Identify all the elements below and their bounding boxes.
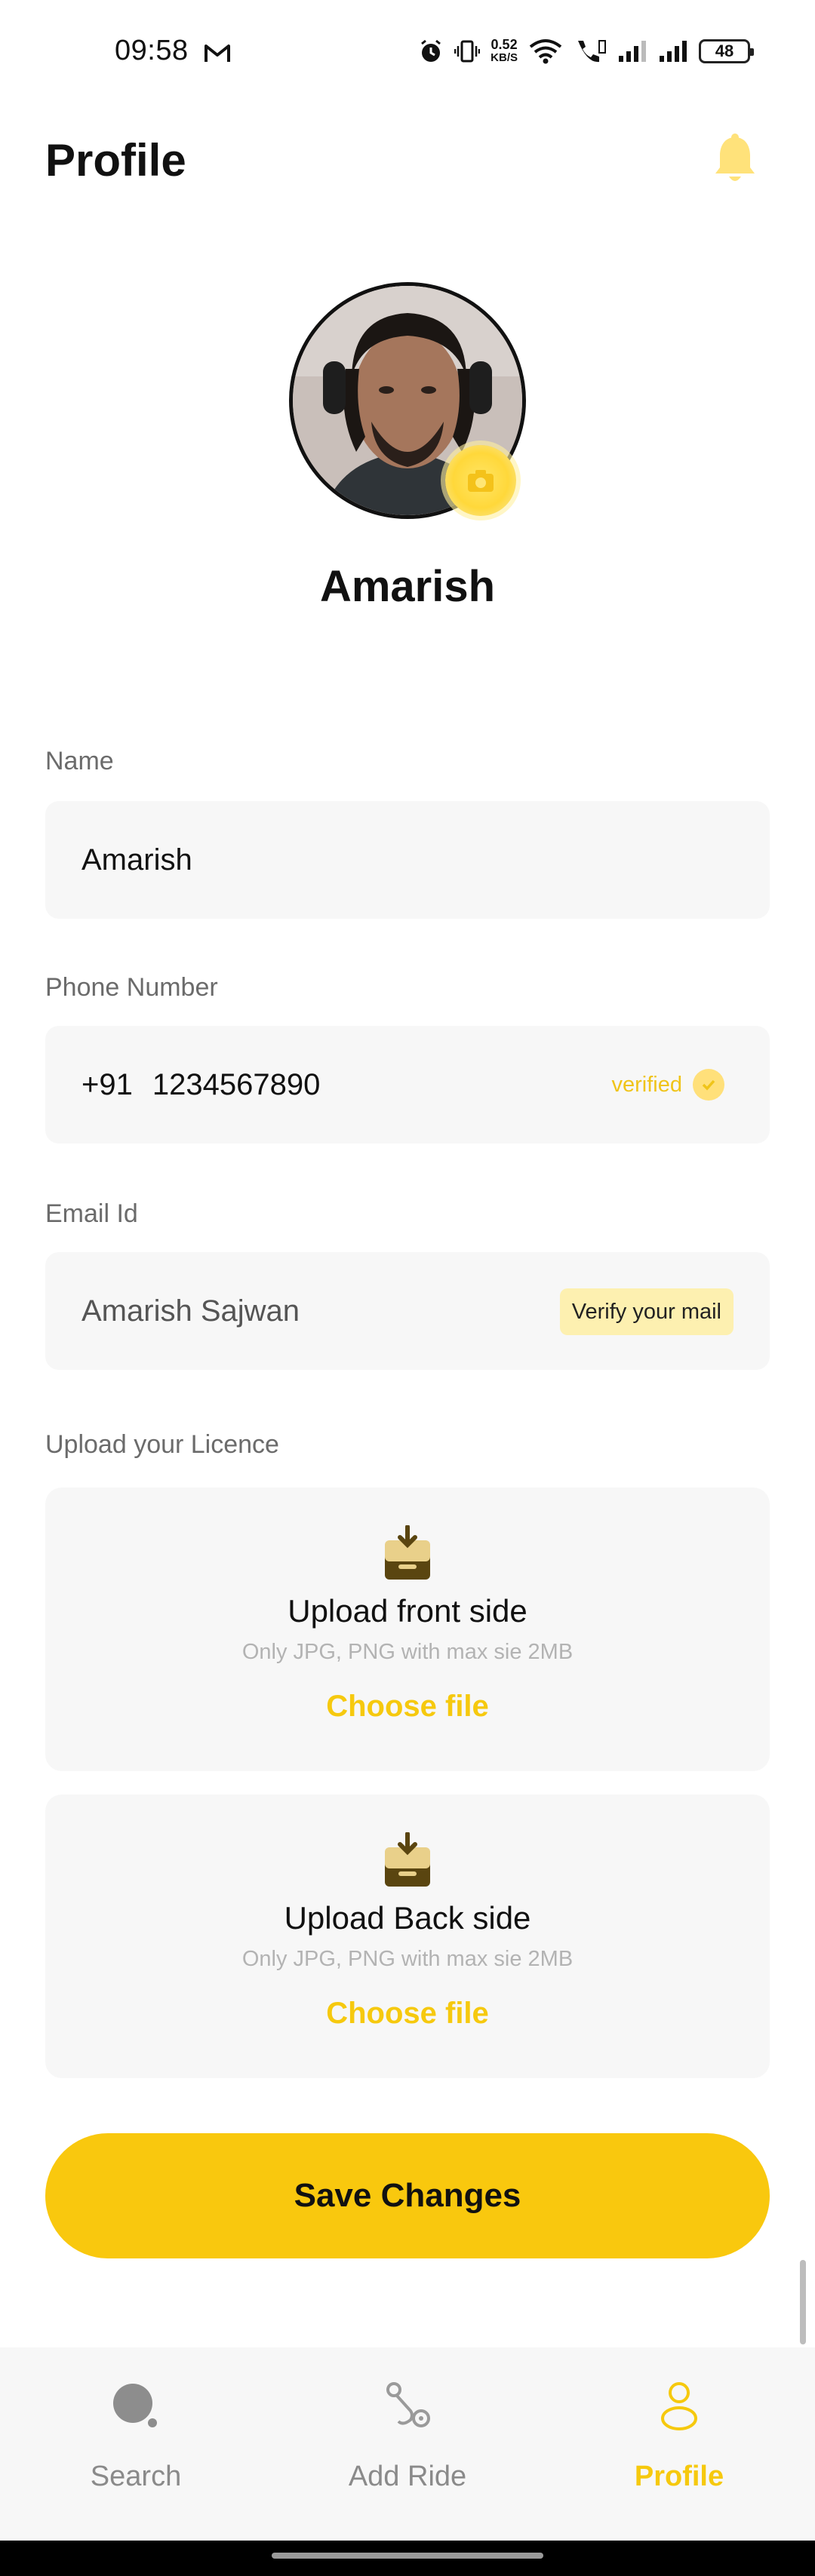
bottom-nav: Search Add Ride Profile: [0, 2347, 815, 2541]
choose-file-front-button[interactable]: Choose file: [45, 1690, 770, 1724]
profile-icon: [661, 2382, 697, 2430]
search-icon: [113, 2384, 157, 2427]
phone-verified-badge: verified: [611, 1026, 724, 1144]
vibrate-icon: [454, 40, 481, 63]
bell-icon[interactable]: [709, 133, 761, 187]
save-changes-button[interactable]: Save Changes: [45, 2133, 770, 2258]
net-speed-value: 0.52: [491, 37, 518, 52]
upload-front-card[interactable]: Upload front side Only JPG, PNG with max…: [45, 1488, 770, 1771]
profile-screen: 09:58 0.52 KB/S 48 Profile Amarish Name …: [0, 0, 815, 2576]
signal-icon-2: [660, 41, 687, 62]
verified-label: verified: [611, 1072, 683, 1097]
nav-item-profile[interactable]: Profile: [543, 2347, 815, 2541]
name-label: Name: [45, 747, 114, 775]
gmail-icon: [205, 45, 230, 62]
alarm-icon: [421, 39, 441, 62]
email-label: Email Id: [45, 1199, 138, 1228]
camera-glyph: [468, 470, 494, 492]
download-tray-icon: [385, 1832, 430, 1887]
status-bar: 09:58 0.52 KB/S 48: [0, 0, 815, 106]
phone-label: Phone Number: [45, 973, 218, 1002]
status-icons: 0.52 KB/S 48: [418, 35, 754, 68]
page-title: Profile: [45, 135, 186, 186]
wifi-icon: [529, 39, 562, 64]
email-field[interactable]: Amarish Sajwan Verify your mail: [45, 1252, 770, 1370]
upload-front-hint: Only JPG, PNG with max sie 2MB: [241, 1640, 574, 1664]
phone-value: +91 1234567890: [82, 1026, 320, 1144]
nav-label-profile: Profile: [634, 2461, 724, 2492]
profile-name: Amarish: [319, 562, 496, 611]
gesture-bar: [0, 2541, 815, 2576]
verified-check-icon: [693, 1069, 724, 1101]
network-speed: 0.52 KB/S: [491, 38, 518, 65]
phone-country-code: +91: [82, 1067, 133, 1101]
status-time: 09:58: [115, 35, 189, 66]
email-value: Amarish Sajwan: [82, 1294, 300, 1328]
camera-icon[interactable]: [445, 445, 516, 516]
nav-item-search[interactable]: Search: [0, 2347, 272, 2541]
licence-label: Upload your Licence: [45, 1430, 279, 1459]
verify-mail-button[interactable]: Verify your mail: [559, 1288, 734, 1335]
phone-number: 1234567890: [152, 1067, 321, 1101]
net-speed-unit: KB/S: [491, 51, 518, 64]
upload-back-hint: Only JPG, PNG with max sie 2MB: [241, 1947, 574, 1971]
route-icon: [386, 2382, 430, 2427]
volte-call-icon: [578, 40, 606, 63]
name-value: Amarish: [82, 843, 192, 877]
nav-item-add-ride[interactable]: Add Ride: [272, 2347, 543, 2541]
upload-back-card[interactable]: Upload Back side Only JPG, PNG with max …: [45, 1795, 770, 2078]
upload-back-title: Upload Back side: [284, 1900, 531, 1936]
name-field[interactable]: Amarish: [45, 801, 770, 919]
nav-label-add-ride: Add Ride: [348, 2461, 467, 2492]
battery-indicator: 48: [699, 39, 754, 63]
download-tray-icon: [385, 1525, 430, 1580]
phone-field[interactable]: +91 1234567890 verified: [45, 1026, 770, 1144]
choose-file-back-button[interactable]: Choose file: [45, 1997, 770, 2031]
signal-icon-1: [619, 41, 646, 62]
home-gesture-pill[interactable]: [272, 2553, 543, 2559]
upload-front-title: Upload front side: [288, 1593, 527, 1629]
nav-label-search: Search: [90, 2461, 182, 2492]
scrollbar[interactable]: [800, 2260, 806, 2344]
